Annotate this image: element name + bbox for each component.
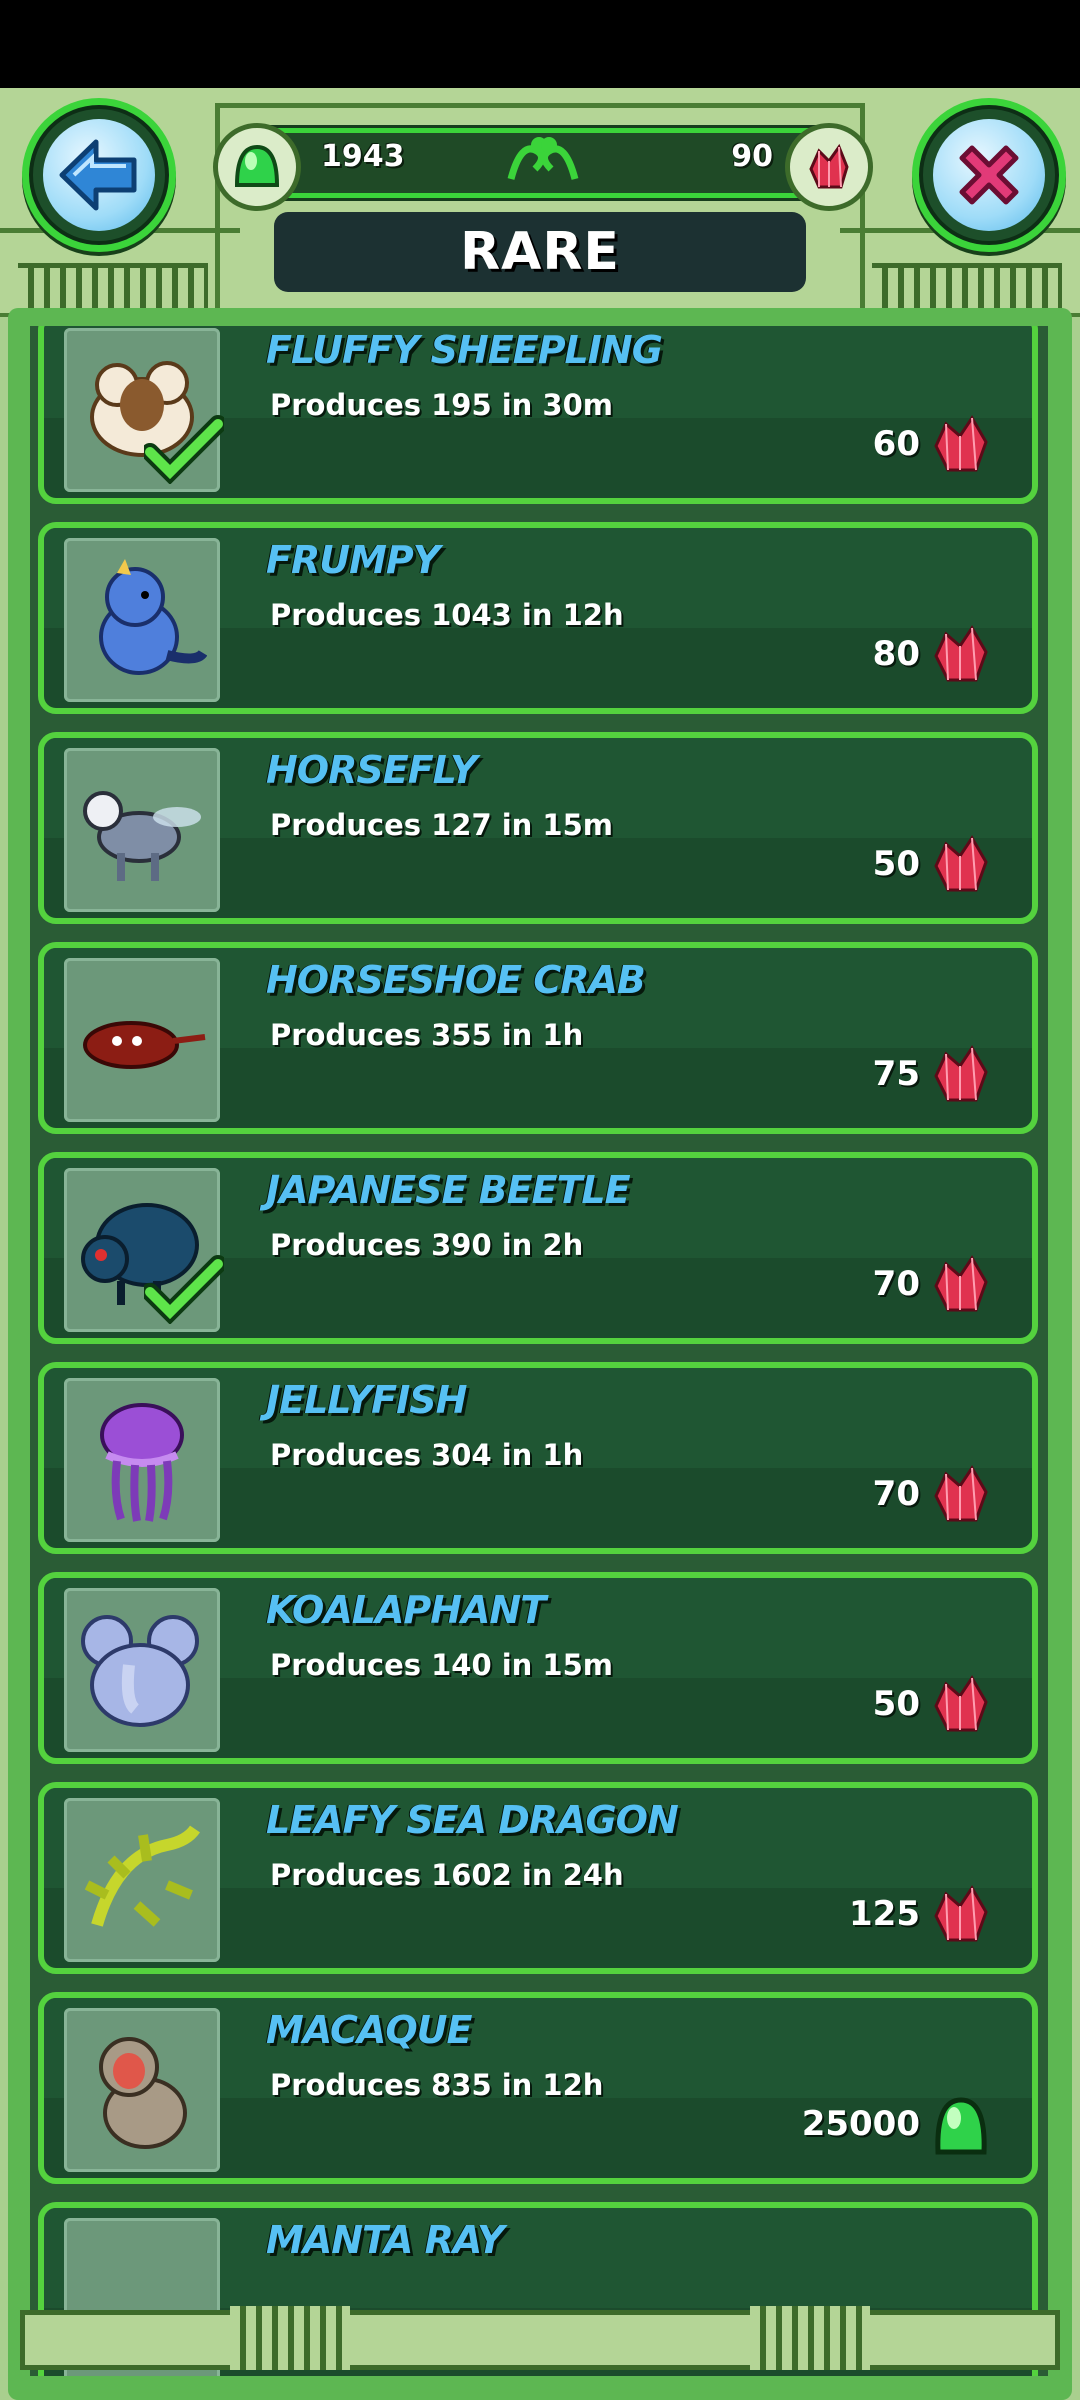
creature-name: KOALAPHANT: [266, 1588, 546, 1632]
list-item[interactable]: MACAQUE Produces 835 in 12h 25000: [38, 1992, 1038, 2184]
creature-thumbnail: [64, 958, 220, 1122]
gem-icon: [934, 1885, 988, 1942]
header-ornament: [215, 103, 865, 108]
gem-icon: [785, 123, 873, 211]
production-info: Produces 390 in 2h: [270, 1228, 584, 1262]
header-ornament: [215, 103, 220, 313]
price-amount: 50: [872, 844, 920, 884]
production-info: Produces 355 in 1h: [270, 1018, 584, 1052]
price-amount: 25000: [801, 2104, 920, 2144]
list-item[interactable]: KOALAPHANT Produces 140 in 15m 50: [38, 1572, 1038, 1764]
creature-thumbnail: [64, 1798, 220, 1962]
price-amount: 70: [872, 1474, 920, 1514]
list-item[interactable]: FRUMPY Produces 1043 in 12h 80: [38, 522, 1038, 714]
production-info: Produces 304 in 1h: [270, 1438, 584, 1472]
food-icon: [213, 123, 301, 211]
close-x-icon: [933, 119, 1045, 231]
price-amount: 125: [849, 1894, 920, 1934]
creature-name: MANTA RAY: [266, 2218, 504, 2262]
header-ornament: [860, 103, 865, 313]
list-item[interactable]: HORSEFLY Produces 127 in 15m 50: [38, 732, 1038, 924]
creature-name: LEAFY SEA DRAGON: [266, 1798, 679, 1842]
shop-screen: 1943 90 RARE FLUFFY SHEEPLING Produces 1…: [0, 88, 1080, 2400]
gem-icon: [934, 1675, 988, 1732]
creature-thumbnail: [64, 1588, 220, 1752]
footer-grille: [230, 2306, 350, 2370]
gem-icon: [934, 835, 988, 892]
gem-amount: 90: [731, 139, 773, 174]
footer-band: [20, 2310, 1060, 2370]
production-info: Produces 195 in 30m: [270, 388, 613, 422]
creature-thumbnail: [64, 1378, 220, 1542]
close-button[interactable]: [912, 98, 1066, 252]
production-info: Produces 1602 in 24h: [270, 1858, 624, 1892]
creature-name: HORSESHOE CRAB: [266, 958, 646, 1002]
list-item[interactable]: HORSESHOE CRAB Produces 355 in 1h 75: [38, 942, 1038, 1134]
food-icon: [935, 2097, 987, 2155]
gem-icon: [934, 1465, 988, 1522]
list-item[interactable]: LEAFY SEA DRAGON Produces 1602 in 24h 12…: [38, 1782, 1038, 1974]
creature-thumbnail: [64, 538, 220, 702]
creature-name: JELLYFISH: [266, 1378, 467, 1422]
production-info: Produces 835 in 12h: [270, 2068, 604, 2102]
footer-ornament: [20, 2260, 1060, 2380]
owned-check-icon: [141, 1254, 227, 1325]
page-title: RARE: [274, 212, 806, 292]
footer-grille: [750, 2306, 870, 2370]
creature-thumbnail: [64, 748, 220, 912]
creature-name: JAPANESE BEETLE: [266, 1168, 631, 1212]
creature-name: FLUFFY SHEEPLING: [266, 328, 663, 372]
list-item[interactable]: JAPANESE BEETLE Produces 390 in 2h 70: [38, 1152, 1038, 1344]
item-list[interactable]: FLUFFY SHEEPLING Produces 195 in 30m 60 …: [30, 326, 1048, 2376]
header: 1943 90 RARE: [0, 88, 1080, 318]
owned-check-icon: [141, 414, 227, 485]
gem-icon: [934, 1255, 988, 1312]
creature-thumbnail: [64, 2008, 220, 2172]
creature-name: MACAQUE: [266, 2008, 472, 2052]
production-info: Produces 140 in 15m: [270, 1648, 613, 1682]
food-amount: 1943: [321, 139, 405, 174]
list-item[interactable]: JELLYFISH Produces 304 in 1h 70: [38, 1362, 1038, 1554]
creature-name: FRUMPY: [266, 538, 440, 582]
price-amount: 60: [872, 424, 920, 464]
production-info: Produces 127 in 15m: [270, 808, 613, 842]
price-amount: 50: [872, 1684, 920, 1724]
status-bar: [0, 0, 1080, 88]
production-info: Produces 1043 in 12h: [270, 598, 624, 632]
price-amount: 80: [872, 634, 920, 674]
price-amount: 70: [872, 1264, 920, 1304]
back-arrow-icon: [43, 119, 155, 231]
list-item[interactable]: FLUFFY SHEEPLING Produces 195 in 30m 60: [38, 326, 1038, 504]
currency-bar: 1943 90: [213, 123, 873, 211]
back-button[interactable]: [22, 98, 176, 252]
price-amount: 75: [872, 1054, 920, 1094]
gem-icon: [934, 1045, 988, 1102]
creature-name: HORSEFLY: [266, 748, 477, 792]
gem-icon: [934, 625, 988, 682]
gem-icon: [934, 415, 988, 472]
vine-ornament-icon: [501, 121, 585, 201]
